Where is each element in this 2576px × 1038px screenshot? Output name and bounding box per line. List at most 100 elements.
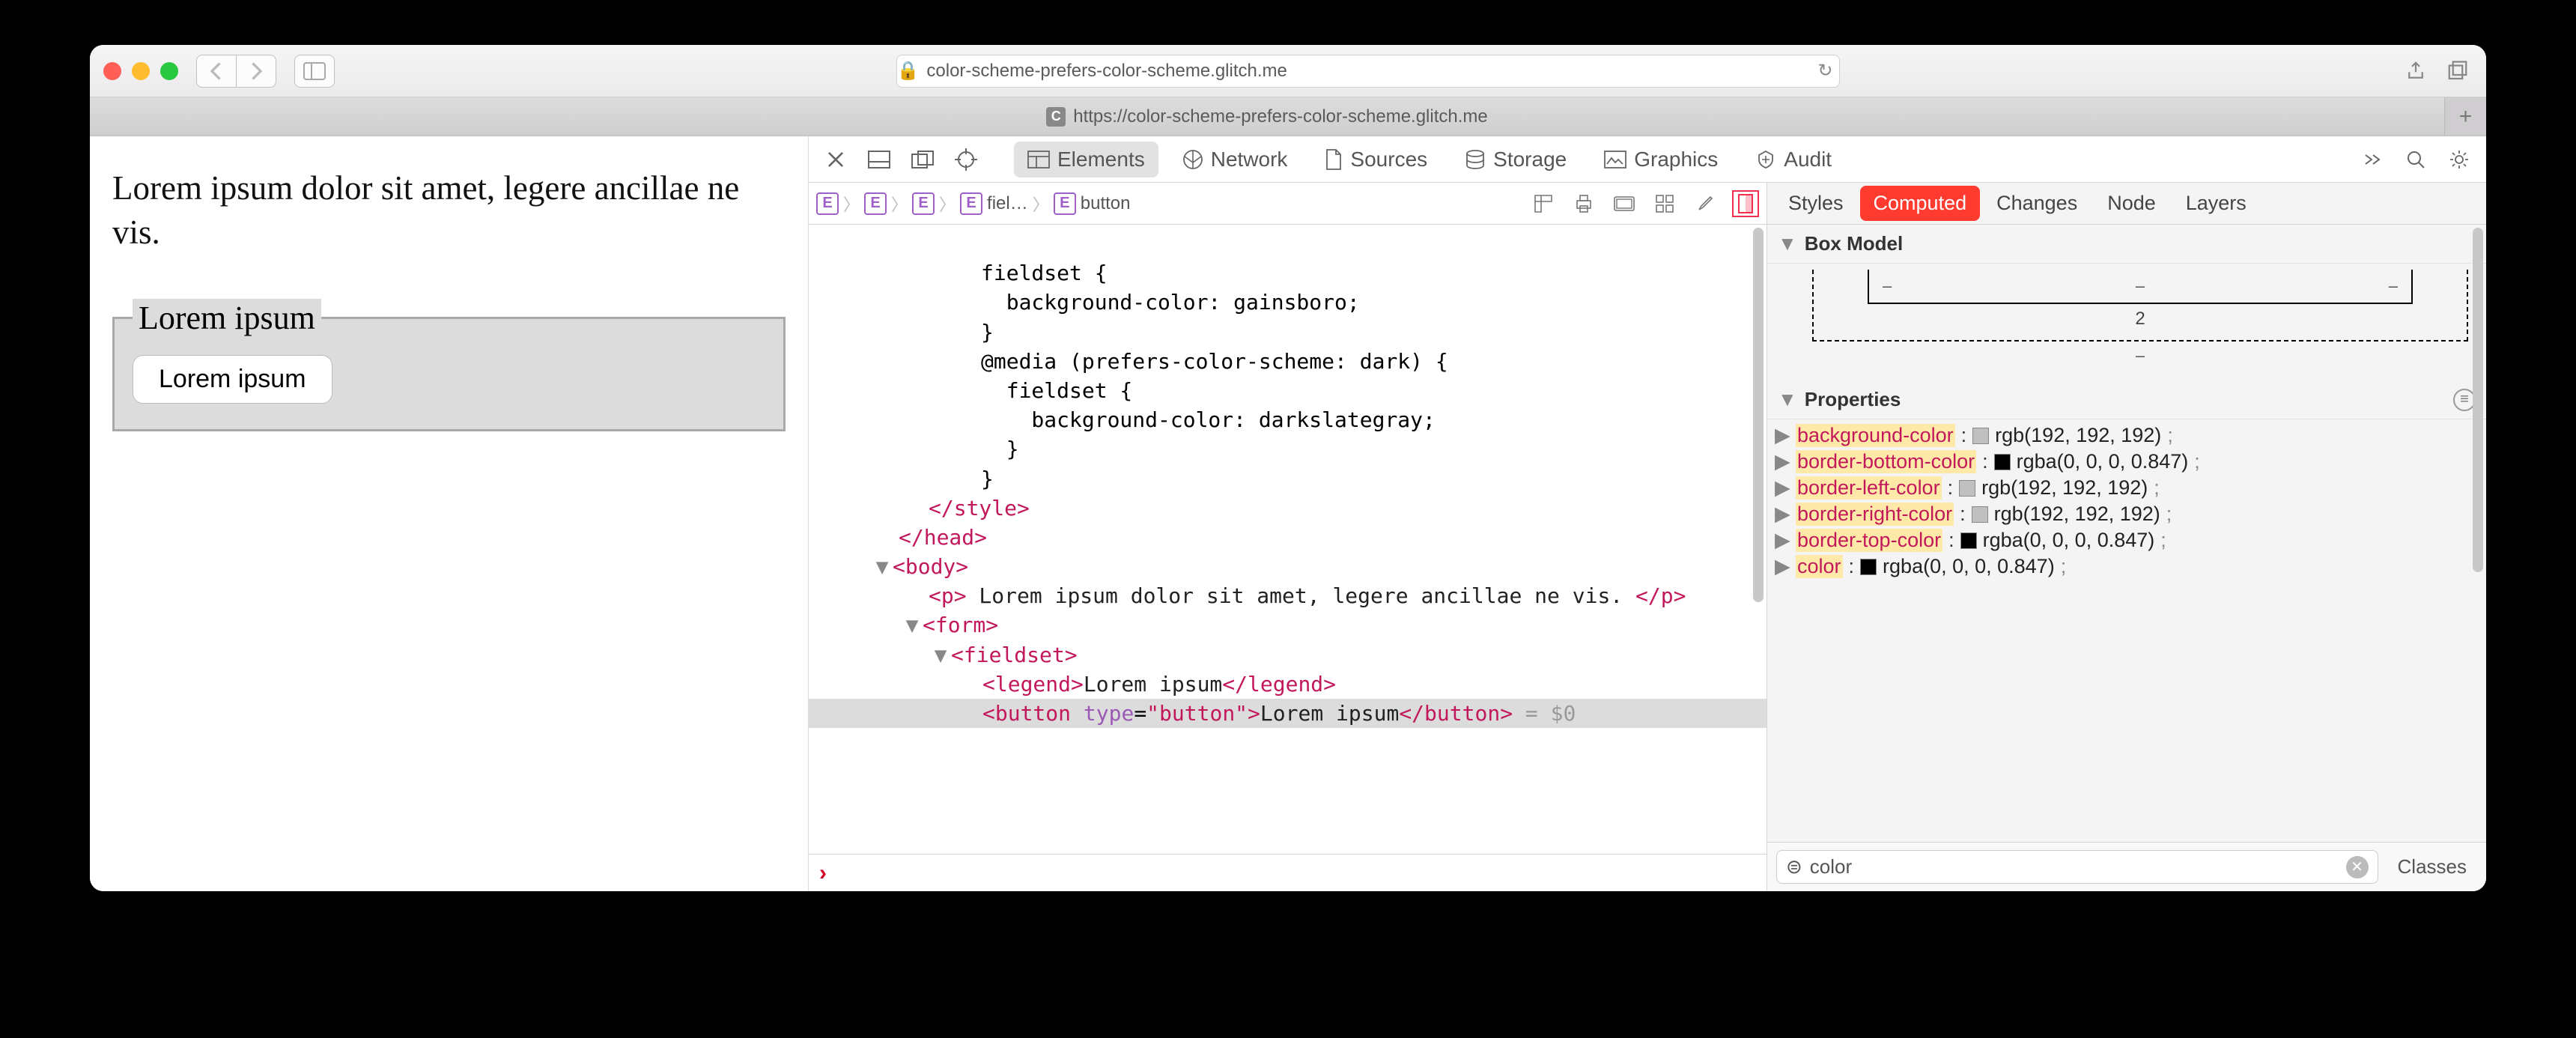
reload-icon[interactable]: ↻ [1817, 60, 1832, 82]
box-model-value: 2 [1827, 304, 2453, 330]
property-row[interactable]: ▶border-left-color: rgb(192, 192, 192); [1775, 475, 2479, 501]
paint-brush-icon[interactable] [1692, 190, 1719, 217]
clear-filter-icon[interactable]: ✕ [2346, 856, 2369, 878]
box-model-header[interactable]: ▼ Box Model [1767, 225, 2486, 264]
property-name: color [1796, 555, 1843, 578]
close-window-button[interactable] [103, 62, 121, 80]
settings-gear-icon[interactable] [2443, 143, 2476, 176]
close-devtools-icon[interactable] [819, 143, 852, 176]
tabs-overview-icon[interactable] [2443, 56, 2473, 86]
browser-window: 🔒 color-scheme-prefers-color-scheme.glit… [90, 45, 2486, 891]
dom-line: background-color: gainsboro; [809, 290, 1364, 315]
property-row[interactable]: ▶border-right-color: rgb(192, 192, 192); [1775, 501, 2479, 527]
filter-value: color [1810, 855, 1852, 878]
page-button[interactable]: Lorem ipsum [133, 355, 332, 404]
properties-header[interactable]: ▼ Properties ≡ [1767, 380, 2486, 419]
breadcrumb-item[interactable]: E〉 [816, 192, 860, 216]
inspect-element-icon[interactable] [950, 143, 982, 176]
url-bar[interactable]: 🔒 color-scheme-prefers-color-scheme.glit… [896, 55, 1840, 88]
dom-tag: </legend> [1222, 672, 1336, 696]
back-button[interactable] [196, 55, 237, 88]
dom-eq: = [1134, 701, 1146, 726]
property-value: rgba(0, 0, 0, 0.847) [2017, 450, 2189, 473]
breadcrumb-item[interactable]: E〉 [912, 192, 956, 216]
console-prompt-icon: › [819, 861, 827, 886]
properties-list: ▶background-color: rgb(192, 192, 192);▶b… [1767, 419, 2486, 587]
share-icon[interactable] [2401, 56, 2431, 86]
disclosure-triangle-icon: ▶ [1775, 555, 1790, 578]
tab-network-label: Network [1211, 148, 1288, 172]
new-tab-button[interactable]: + [2444, 97, 2486, 136]
property-row[interactable]: ▶border-top-color: rgba(0, 0, 0, 0.847); [1775, 527, 2479, 553]
disclosure-triangle-icon[interactable]: ▼ [872, 552, 893, 581]
disclosure-triangle-icon[interactable]: ▼ [902, 610, 923, 640]
breadcrumb-item[interactable]: Ebutton [1054, 192, 1131, 215]
dom-scrollbar[interactable] [1753, 228, 1764, 851]
property-value: rgb(192, 192, 192) [1981, 476, 2148, 500]
tab-network[interactable]: Network [1169, 142, 1301, 177]
breadcrumb-tools [1530, 190, 1759, 217]
overflow-icon[interactable] [2356, 143, 2389, 176]
color-swatch-icon [1972, 428, 1989, 444]
fullscreen-window-button[interactable] [160, 62, 178, 80]
tab-title: https://color-scheme-prefers-color-schem… [1073, 106, 1488, 127]
dom-text: Lorem ipsum [1260, 701, 1399, 726]
breadcrumb-item[interactable]: E〉 [864, 192, 908, 216]
filter-icon: ⊜ [1786, 855, 1802, 878]
disclosure-triangle-icon[interactable]: ▼ [930, 640, 951, 670]
tab-elements[interactable]: Elements [1014, 142, 1158, 177]
sidebar-toggle-button[interactable] [294, 55, 335, 88]
force-appearance-icon[interactable] [1611, 190, 1638, 217]
property-row[interactable]: ▶background-color: rgb(192, 192, 192); [1775, 422, 2479, 449]
property-row[interactable]: ▶color: rgba(0, 0, 0, 0.847); [1775, 553, 2479, 580]
property-value: rgb(192, 192, 192) [1995, 424, 2161, 447]
dom-tag: <legend> [982, 672, 1084, 696]
dom-tag: <body> [893, 554, 968, 579]
dom-text: Lorem ipsum dolor sit amet, legere ancil… [967, 583, 1635, 608]
property-name: border-top-color [1796, 529, 1942, 552]
property-row[interactable]: ▶border-bottom-color: rgba(0, 0, 0, 0.84… [1775, 449, 2479, 475]
dom-tag: </style> [929, 496, 1030, 520]
content-area: Lorem ipsum dolor sit amet, legere ancil… [90, 136, 2486, 891]
tab-computed[interactable]: Computed [1860, 186, 1981, 221]
rulers-icon[interactable] [1530, 190, 1557, 217]
styles-scrollbar[interactable] [2473, 228, 2483, 572]
elements-pane: E〉 E〉 E〉 Efiel…〉 Ebutton [809, 183, 1767, 891]
compositing-borders-icon[interactable] [1732, 190, 1759, 217]
forward-button[interactable] [236, 55, 276, 88]
filter-input[interactable]: ⊜ color ✕ [1776, 850, 2378, 884]
dom-tag: <fieldset> [951, 643, 1078, 667]
disclosure-triangle-icon: ▶ [1775, 503, 1790, 526]
grid-overlay-icon[interactable] [1651, 190, 1678, 217]
console-strip[interactable]: › [809, 854, 1767, 891]
tab-storage[interactable]: Storage [1451, 142, 1580, 177]
classes-button[interactable]: Classes [2387, 851, 2477, 883]
tab-storage-label: Storage [1493, 148, 1567, 172]
dom-tree[interactable]: fieldset { background-color: gainsboro; … [809, 225, 1767, 854]
dom-line: fieldset { [809, 378, 1137, 403]
dock-side-icon[interactable] [906, 143, 939, 176]
rendered-page: Lorem ipsum dolor sit amet, legere ancil… [90, 136, 809, 891]
tab-graphics-label: Graphics [1634, 148, 1718, 172]
tab-node[interactable]: Node [2094, 186, 2169, 221]
tab-graphics[interactable]: Graphics [1591, 142, 1731, 177]
page-fieldset: Lorem ipsum Lorem ipsum [112, 299, 786, 431]
disclosure-triangle-icon: ▶ [1775, 450, 1790, 473]
minimize-window-button[interactable] [132, 62, 150, 80]
dock-bottom-icon[interactable] [863, 143, 896, 176]
tab-styles[interactable]: Styles [1775, 186, 1857, 221]
properties-heading: Properties [1805, 388, 1901, 411]
box-model-value: – [2389, 276, 2398, 296]
tab-audit[interactable]: Audit [1742, 142, 1845, 177]
property-value: rgba(0, 0, 0, 0.847) [1983, 529, 2155, 552]
dom-tag: </head> [899, 525, 987, 550]
color-swatch-icon [1860, 559, 1877, 575]
print-styles-icon[interactable] [1570, 190, 1597, 217]
dom-line: fieldset { [809, 261, 1112, 285]
breadcrumb-item[interactable]: Efiel…〉 [960, 192, 1049, 216]
browser-tab[interactable]: C https://color-scheme-prefers-color-sch… [90, 97, 2444, 136]
tab-changes[interactable]: Changes [1983, 186, 2091, 221]
search-icon[interactable] [2399, 143, 2432, 176]
tab-layers[interactable]: Layers [2172, 186, 2260, 221]
tab-sources[interactable]: Sources [1311, 142, 1441, 177]
